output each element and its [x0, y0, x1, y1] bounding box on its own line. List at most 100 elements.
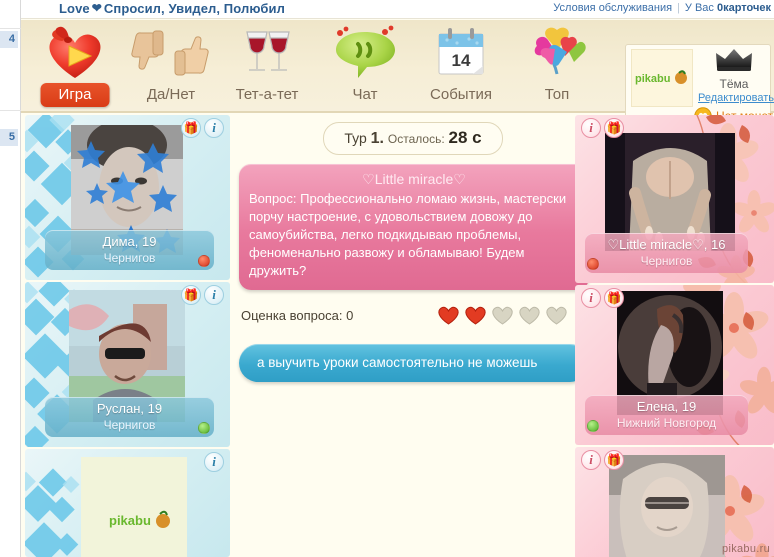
tab-yes-no[interactable]: Да/Нет — [123, 20, 219, 113]
player-badges: i 🎁 — [581, 450, 624, 470]
content-area: 🎁 i Дима, 19 Чернигов 🎁 i Руслан, 19 Чер… — [21, 115, 774, 557]
svg-text:pikabu: pikabu — [635, 73, 670, 85]
gift-icon[interactable]: 🎁 — [604, 118, 624, 138]
tab-chat[interactable]: Чат — [317, 20, 413, 113]
right-players-column: i 🎁 ♡Little miracle♡, 16 Чернигов i 🎁 Ел… — [575, 115, 774, 557]
site-logo[interactable]: Love ❤ Спросил, Увидел, Полюбил — [59, 1, 285, 16]
answer-text: а выучить уроки самостоятельно не можешь — [257, 355, 538, 370]
terms-of-service-link[interactable]: Условия обслуживания — [553, 2, 672, 14]
gift-icon[interactable]: 🎁 — [181, 118, 201, 138]
tab-tete-a-tete-label: Тет-а-тет — [235, 86, 299, 103]
brand-name: Love — [59, 1, 90, 16]
svg-text:14: 14 — [452, 51, 471, 70]
cards-unit: карточек — [723, 2, 771, 14]
player-badges: 🎁 i — [181, 118, 224, 138]
remaining-label: Осталось: — [387, 132, 445, 146]
edit-profile-link[interactable]: Редактировать — [698, 92, 774, 104]
rating-hearts[interactable] — [436, 304, 569, 326]
top-bar-right: Условия обслуживания | У Вас 0карточек — [553, 2, 771, 14]
round-timer: Тур 1. Осталось: 28 с — [323, 122, 503, 155]
status-indicator-online — [198, 422, 210, 434]
user-info: Тёма Редактировать — [698, 47, 774, 104]
info-icon[interactable]: i — [581, 450, 601, 470]
player-name-bar: Дима, 19 Чернигов — [45, 230, 214, 270]
player-city: Чернигов — [103, 251, 156, 265]
left-players-column: 🎁 i Дима, 19 Чернигов 🎁 i Руслан, 19 Чер… — [25, 115, 230, 557]
heart-icon-filled-1 — [438, 306, 459, 325]
status-indicator-offline — [198, 255, 210, 267]
tab-events-label: События — [430, 86, 492, 103]
main-navigation: Игра Да/Нет Тет-а-тет Чат 14 События Топ… — [21, 20, 774, 130]
tab-top-label: Топ — [544, 86, 570, 103]
player-name-bar: Руслан, 19 Чернигов — [45, 397, 214, 437]
player-city: Нижний Новгород — [616, 416, 717, 430]
gift-icon[interactable]: 🎁 — [181, 285, 201, 305]
svg-text:pikabu: pikabu — [109, 513, 151, 528]
strip-number-4: 4 — [0, 31, 18, 48]
player-card-left-2[interactable]: 🎁 i Руслан, 19 Чернигов — [25, 282, 230, 447]
player-badges: i — [204, 452, 224, 472]
brand-tagline: Спросил, Увидел, Полюбил — [103, 1, 285, 16]
heart-icon-filled-2 — [465, 306, 486, 325]
player-card-right-3[interactable]: i 🎁 — [575, 447, 774, 557]
answer-bubble: а выучить уроки самостоятельно не можешь — [239, 344, 589, 382]
info-icon[interactable]: i — [204, 452, 224, 472]
pikabu-watermark: pikabu.ru — [722, 543, 770, 555]
player-name: Елена, 19 — [636, 399, 697, 414]
round-label: Тур — [344, 130, 367, 146]
browser-left-strip: 4 5 — [0, 0, 21, 557]
heart-icon-empty-5 — [546, 306, 567, 325]
tab-game[interactable]: Игра — [27, 20, 123, 113]
info-icon[interactable]: i — [204, 285, 224, 305]
user-name: Тёма — [719, 77, 749, 91]
heart-icon-empty-3 — [492, 306, 513, 325]
strip-number-5: 5 — [0, 129, 18, 146]
info-icon[interactable]: i — [581, 288, 601, 308]
player-name: ♡Little miracle♡, 16 — [607, 237, 726, 252]
heart-icon-empty-4 — [519, 306, 540, 325]
player-name-bar: ♡Little miracle♡, 16 Чернигов — [585, 233, 748, 273]
player-badges: 🎁 i — [181, 285, 224, 305]
tab-yes-no-label: Да/Нет — [146, 86, 196, 103]
timer-wrapper: Тур 1. Осталось: 28 с — [233, 115, 593, 155]
tab-tete-a-tete[interactable]: Тет-а-тет — [219, 20, 315, 113]
tab-events[interactable]: 14 События — [413, 20, 509, 113]
user-avatar[interactable]: pikabu — [631, 49, 693, 107]
gift-icon[interactable]: 🎁 — [604, 450, 624, 470]
question-rating-row: Оценка вопроса: 0 — [241, 304, 585, 326]
tab-top[interactable]: Топ — [509, 20, 605, 113]
player-city: Чернигов — [103, 418, 156, 432]
status-indicator-offline — [587, 258, 599, 270]
round-number: 1. — [370, 130, 384, 147]
screenshot-root: 4 5 Love ❤ Спросил, Увидел, Полюбил Услови… — [0, 0, 774, 557]
player-photo[interactable] — [609, 455, 725, 557]
cards-label: У Вас — [684, 2, 714, 14]
info-icon[interactable]: i — [204, 118, 224, 138]
rating-label: Оценка вопроса: 0 — [241, 307, 354, 323]
player-card-left-1[interactable]: 🎁 i Дима, 19 Чернигов — [25, 115, 230, 280]
top-bar-divider: | — [677, 2, 680, 14]
player-photo[interactable]: pikabu — [81, 457, 187, 557]
remaining-seconds: 28 с — [448, 128, 482, 147]
game-panel: Тур 1. Осталось: 28 с ♡Little miracle♡ В… — [233, 115, 593, 557]
bird-icon: ❤ — [91, 1, 102, 15]
bouquet-icon — [509, 22, 605, 84]
player-card-left-3[interactable]: pikabu i — [25, 449, 230, 557]
player-name: Руслан, 19 — [96, 401, 163, 416]
crown-icon — [698, 47, 770, 77]
speech-bubble-icon — [317, 22, 413, 84]
info-icon[interactable]: i — [581, 118, 601, 138]
thumbs-icon — [123, 22, 219, 84]
wine-glasses-icon — [219, 22, 315, 84]
player-card-right-1[interactable]: i 🎁 ♡Little miracle♡, 16 Чернигов — [575, 115, 774, 283]
heart-play-icon — [27, 22, 123, 84]
gift-icon[interactable]: 🎁 — [604, 288, 624, 308]
question-text: Вопрос: Профессионально ломаю жизнь, мас… — [249, 191, 567, 278]
question-author: ♡Little miracle♡ — [362, 171, 466, 187]
player-city: Чернигов — [640, 254, 693, 268]
player-badges: i 🎁 — [581, 118, 624, 138]
player-card-right-2[interactable]: i 🎁 Елена, 19 Нижний Новгород — [575, 285, 774, 445]
question-bubble: ♡Little miracle♡ Вопрос: Профессионально… — [239, 164, 589, 290]
tab-game-label: Игра — [40, 83, 110, 107]
placeholder-pikabu-photo: pikabu — [81, 457, 187, 557]
